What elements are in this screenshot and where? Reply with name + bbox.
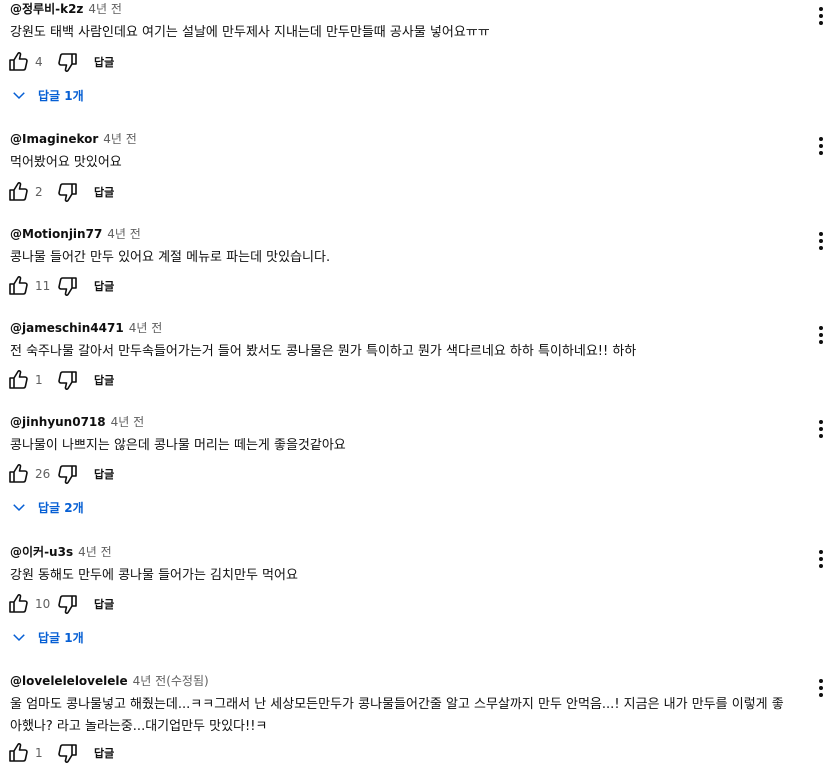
comment-author[interactable]: @jinhyun0718 (10, 415, 106, 429)
like-count: 2 (35, 185, 43, 199)
reply-button[interactable]: 답글 (94, 184, 114, 200)
more-options-icon[interactable] (814, 417, 828, 441)
like-icon[interactable] (6, 180, 30, 204)
comment-actions: 11 답글 (6, 274, 114, 298)
dislike-icon[interactable] (56, 368, 80, 392)
dislike-icon[interactable] (56, 741, 80, 765)
view-replies-button[interactable]: 답글 2개 (10, 498, 84, 516)
dislike-icon[interactable] (56, 592, 80, 616)
reply-button[interactable]: 답글 (94, 466, 114, 482)
comment-author[interactable]: @Imaginekor (10, 132, 98, 146)
comment-header: @Motionjin77 4년 전 (10, 225, 141, 242)
comment-actions: 26 답글 (6, 462, 114, 486)
view-replies-button[interactable]: 답글 1개 (10, 86, 84, 104)
like-icon[interactable] (6, 741, 30, 765)
comment-header: @Imaginekor 4년 전 (10, 130, 137, 147)
reply-button[interactable]: 답글 (94, 596, 114, 612)
dislike-icon[interactable] (56, 180, 80, 204)
comment-header: @jameschin4471 4년 전 (10, 319, 162, 336)
comment-header: @이커-u3s 4년 전 (10, 543, 112, 560)
comment-actions: 10 답글 (6, 592, 114, 616)
edited-label: (수정됨) (166, 674, 209, 688)
more-options-icon[interactable] (814, 676, 828, 700)
comment-header: @lovelelelovelele 4년 전(수정됨) (10, 672, 209, 689)
comment-time[interactable]: 4년 전 (129, 321, 163, 335)
comment-actions: 2 답글 (6, 180, 114, 204)
like-count: 26 (35, 467, 51, 481)
more-options-icon[interactable] (814, 547, 828, 571)
comment-header: @jinhyun0718 4년 전 (10, 413, 144, 430)
comment-time[interactable]: 4년 전 (107, 227, 141, 241)
dislike-icon[interactable] (56, 274, 80, 298)
comment-author[interactable]: @jameschin4471 (10, 321, 124, 335)
more-options-icon[interactable] (814, 4, 828, 28)
dislike-icon[interactable] (56, 50, 80, 74)
comment-actions: 1 답글 (6, 368, 114, 392)
like-count: 11 (35, 279, 51, 293)
chevron-down-icon (13, 504, 25, 512)
replies-label: 답글 2개 (38, 500, 84, 515)
comment-author[interactable]: @lovelelelovelele (10, 674, 128, 688)
reply-button[interactable]: 답글 (94, 372, 114, 388)
comment-header: @정루비-k2z 4년 전 (10, 0, 122, 17)
more-options-icon[interactable] (814, 323, 828, 347)
more-options-icon[interactable] (814, 229, 828, 253)
reply-button[interactable]: 답글 (94, 745, 114, 761)
dislike-icon[interactable] (56, 462, 80, 486)
comment-author[interactable]: @Motionjin77 (10, 227, 102, 241)
chevron-down-icon (13, 634, 25, 642)
like-icon[interactable] (6, 50, 30, 74)
comment-author[interactable]: @정루비-k2z (10, 2, 83, 16)
comment-time[interactable]: 4년 전 (88, 2, 122, 16)
reply-button[interactable]: 답글 (94, 278, 114, 294)
replies-label: 답글 1개 (38, 630, 84, 645)
like-count: 1 (35, 373, 43, 387)
like-count: 1 (35, 746, 43, 760)
comment-text: 강원도 태백 사람인데요 여기는 설날에 만두제사 지내는데 만두만들때 공사물… (10, 25, 490, 40)
comment-time[interactable]: 4년 전 (78, 545, 112, 559)
like-icon[interactable] (6, 274, 30, 298)
like-count: 10 (35, 597, 51, 611)
comment-text: 전 숙주나물 갈아서 만두속들어가는거 들어 봤서도 콩나물은 뭔가 특이하고 … (10, 344, 637, 359)
like-icon[interactable] (6, 368, 30, 392)
comment-text: 울 엄마도 콩나물넣고 해줬는데...ㅋㅋ그래서 난 세상모든만두가 콩나물들어… (10, 697, 784, 734)
comment-text: 콩나물 들어간 만두 있어요 계절 메뉴로 파는데 맛있습니다. (10, 250, 331, 265)
replies-label: 답글 1개 (38, 88, 84, 103)
comment-actions: 4 답글 (6, 50, 114, 74)
comment-text: 먹어봤어요 맛있어요 (10, 155, 122, 170)
like-icon[interactable] (6, 462, 30, 486)
comment-text: 콩나물이 나쁘지는 않은데 콩나물 머리는 떼는게 좋을것같아요 (10, 438, 346, 453)
view-replies-button[interactable]: 답글 1개 (10, 628, 84, 646)
comment-time[interactable]: 4년 전 (103, 132, 137, 146)
reply-button[interactable]: 답글 (94, 54, 114, 70)
comment-time[interactable]: 4년 전 (133, 674, 167, 688)
comment-author[interactable]: @이커-u3s (10, 545, 73, 559)
like-icon[interactable] (6, 592, 30, 616)
comment-actions: 1 답글 (6, 741, 114, 765)
chevron-down-icon (13, 92, 25, 100)
comment-text: 강원 동해도 만두에 콩나물 들어가는 김치만두 먹어요 (10, 568, 298, 583)
comment-time[interactable]: 4년 전 (111, 415, 145, 429)
more-options-icon[interactable] (814, 134, 828, 158)
like-count: 4 (35, 55, 43, 69)
